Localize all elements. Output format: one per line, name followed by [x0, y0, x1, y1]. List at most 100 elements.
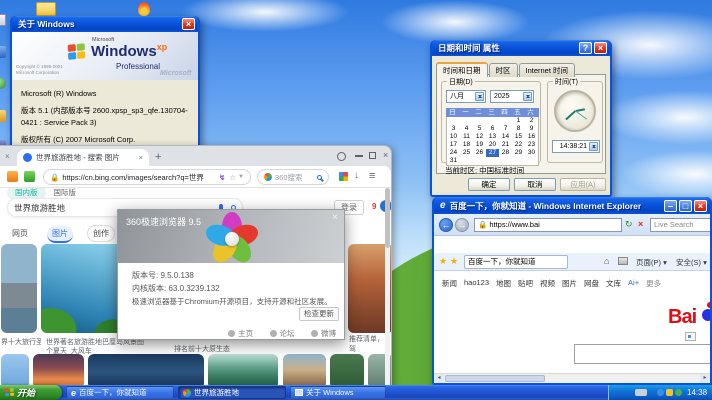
forum-link[interactable]: 论坛	[269, 328, 295, 339]
result-caption[interactable]: 排名前十大原生态	[174, 344, 314, 354]
folder-icon[interactable]	[36, 2, 56, 16]
calendar-day[interactable]: 31	[447, 157, 460, 165]
calendar-day[interactable]: 21	[499, 141, 512, 149]
taskbar-task-browser[interactable]: 世界旅游胜地	[178, 386, 286, 399]
calendar-day[interactable]: 2	[525, 117, 538, 125]
menu-icon[interactable]: ≡	[369, 170, 375, 182]
close-icon[interactable]: ×	[594, 42, 607, 54]
result-tab[interactable]: 网页	[7, 226, 33, 241]
tray-icon-blue[interactable]	[657, 389, 664, 396]
help-icon[interactable]: ?	[579, 42, 592, 54]
month-select[interactable]: 八月	[446, 90, 486, 103]
calendar-day[interactable]: 14	[499, 133, 512, 141]
print-icon[interactable]	[618, 257, 628, 265]
about-windows-titlebar[interactable]: 关于 Windows ×	[12, 16, 198, 32]
image-result[interactable]	[208, 354, 278, 389]
result-caption[interactable]: 界十大旅行圣	[1, 337, 41, 347]
calendar-day[interactable]: 7	[499, 125, 512, 133]
weibo-link[interactable]: 微博	[311, 328, 336, 339]
user-icon[interactable]	[337, 152, 346, 161]
ie-tab[interactable]: 百度一下，你就知道	[464, 255, 568, 269]
baidu-nav-link[interactable]: hao123	[464, 278, 489, 289]
baidu-nav-link[interactable]: 视频	[540, 278, 555, 289]
desktop-icon[interactable]	[0, 110, 6, 122]
baidu-search-input[interactable]	[574, 344, 710, 364]
image-result[interactable]	[1, 354, 29, 389]
tray-icon-green[interactable]	[675, 389, 682, 396]
cancel-button[interactable]: 取消	[514, 178, 556, 191]
taskbar-task-about[interactable]: 关于 Windows	[290, 386, 386, 399]
add-favorite-icon[interactable]: ★	[450, 256, 458, 267]
desktop-icon[interactable]	[0, 78, 6, 89]
calendar-day[interactable]: 3	[447, 125, 460, 133]
calendar-day[interactable]: 29	[512, 149, 525, 157]
baidu-nav-link[interactable]: 地图	[496, 278, 511, 289]
result-tab[interactable]: 图片	[47, 226, 73, 243]
forward-icon[interactable]: →	[455, 218, 469, 232]
calendar-day[interactable]: 24	[447, 149, 460, 157]
new-tab-icon[interactable]: +	[155, 151, 161, 163]
bookmark-star-icon[interactable]: ☆	[229, 173, 236, 182]
lightning-icon[interactable]: ↯	[219, 173, 225, 182]
flame-icon[interactable]	[138, 2, 150, 16]
image-result[interactable]	[330, 354, 364, 389]
apps-grid-icon[interactable]	[339, 172, 348, 181]
calendar-day[interactable]: 4	[460, 125, 473, 133]
active-tab[interactable]: 世界旅游胜地 - 搜索 图片 ×	[17, 149, 149, 166]
extension-icon[interactable]	[7, 171, 18, 182]
calendar-day[interactable]: 10	[447, 133, 460, 141]
calendar-day[interactable]	[499, 117, 512, 125]
calendar-day[interactable]	[447, 117, 460, 125]
baidu-nav-link[interactable]: 网盘	[584, 278, 599, 289]
ie-address-bar[interactable]: 🔒 https://www.bai	[474, 218, 622, 232]
safety-menu[interactable]: 安全(S) ▾	[676, 257, 707, 268]
calendar-day[interactable]: 6	[486, 125, 499, 133]
baidu-nav-link[interactable]: 文库	[606, 278, 621, 289]
year-spinner[interactable]: 2025	[490, 90, 534, 103]
calendar-day[interactable]: 5	[473, 125, 486, 133]
calendar-day[interactable]: 11	[460, 133, 473, 141]
scrollbar[interactable]	[385, 188, 390, 390]
time-field[interactable]: 14:38:21	[552, 140, 600, 153]
calendar-day[interactable]	[486, 117, 499, 125]
minimize-icon[interactable]	[355, 155, 363, 157]
image-result[interactable]	[33, 354, 84, 389]
calendar-day[interactable]: 17	[447, 141, 460, 149]
minimize-icon[interactable]: –	[664, 199, 677, 212]
calendar-day[interactable]	[473, 117, 486, 125]
ie-titlebar[interactable]: e 百度一下，你就知道 - Windows Internet Explorer …	[434, 197, 710, 214]
image-result[interactable]	[1, 244, 37, 333]
calendar-day[interactable]: 13	[486, 133, 499, 141]
tab[interactable]: 时间和日期	[436, 62, 488, 77]
calendar-day[interactable]: 22	[512, 141, 525, 149]
calendar-day[interactable]: 15	[512, 133, 525, 141]
check-update-button[interactable]: 检查更新	[299, 307, 339, 321]
calendar-day[interactable]: 28	[499, 149, 512, 157]
calendar-day[interactable]: 9	[525, 125, 538, 133]
address-bar[interactable]: 🔒 https://cn.bing.com/images/search?q=世界…	[43, 169, 251, 185]
tab[interactable]: Internet 时间	[518, 63, 576, 77]
calendar-day[interactable]: 30	[525, 149, 538, 157]
search-box[interactable]: 360搜索	[257, 169, 329, 185]
close-icon[interactable]: ×	[694, 199, 707, 212]
image-result[interactable]	[283, 354, 326, 389]
back-icon[interactable]: ←	[439, 218, 453, 232]
calendar-day[interactable]: 27	[486, 149, 499, 157]
page-menu[interactable]: 页面(P) ▾	[636, 257, 667, 268]
calendar-day[interactable]: 8	[512, 125, 525, 133]
home-link[interactable]: 主页	[228, 328, 253, 339]
favorites-star-icon[interactable]: ★	[439, 256, 447, 267]
baidu-nav-link[interactable]: 贴吧	[518, 278, 533, 289]
calendar-day[interactable]: 20	[486, 141, 499, 149]
taskbar-task-ie[interactable]: e 百度一下，你就知道	[66, 386, 174, 399]
maximize-icon[interactable]: □	[679, 199, 692, 212]
calendar-day[interactable]: 19	[473, 141, 486, 149]
ie-search-box[interactable]: Live Search	[650, 218, 710, 232]
download-icon[interactable]: ↓	[354, 170, 359, 181]
calendar-day[interactable]: 1	[512, 117, 525, 125]
background-tab-close-icon[interactable]: ×	[5, 152, 10, 161]
extension-icon[interactable]	[24, 171, 35, 182]
tray-clock[interactable]: 14:38	[687, 388, 707, 397]
hardware-icon[interactable]	[635, 389, 647, 396]
tab[interactable]: 时区	[488, 63, 518, 77]
